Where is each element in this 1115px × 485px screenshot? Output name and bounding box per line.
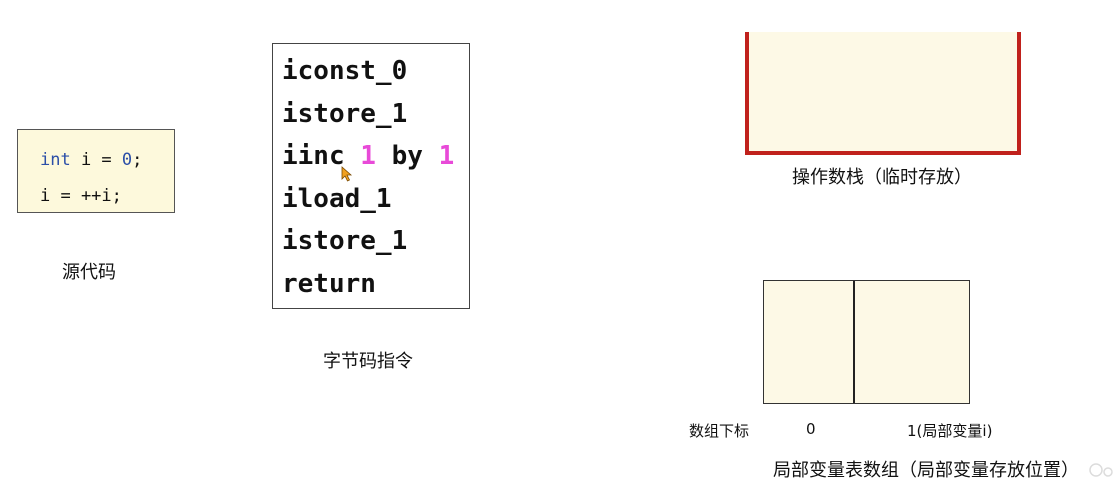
bytecode-line-5: istore_1	[282, 226, 408, 256]
bytecode-line-3: iinc 1 by 1	[282, 135, 469, 178]
literal-zero: 0	[121, 150, 133, 170]
source-line-1-rest: i =	[70, 150, 122, 170]
bytecode-line-6: return	[282, 268, 376, 299]
bytecode-line-4: iload_1	[282, 183, 392, 214]
operand-stack-caption: 操作数栈（临时存放）	[792, 167, 972, 188]
bytecode-iinc-index: 1	[360, 141, 376, 171]
bytecode-caption: 字节码指令	[323, 351, 413, 372]
bytecode-iinc-amount: 1	[438, 141, 455, 171]
arrow-cursor-icon	[341, 166, 353, 182]
local-var-slot-1	[855, 281, 969, 403]
local-variable-table-caption: 局部变量表数组（局部变量存放位置）	[773, 460, 1079, 481]
keyword-int: int	[40, 150, 71, 170]
bytecode-line-2: istore_1	[282, 98, 408, 129]
local-variable-table	[763, 280, 970, 404]
array-index-1: 1(局部变量i)	[907, 422, 993, 440]
source-line-1: int i = 0;	[40, 142, 174, 178]
watermark-icon	[1089, 463, 1113, 477]
array-index-label: 数组下标	[689, 422, 750, 440]
watermark-mark	[1088, 458, 1115, 481]
source-code-box: int i = 0; i = ++i;	[17, 129, 175, 213]
source-line-1-tail: ;	[132, 150, 143, 170]
source-code-caption: 源代码	[62, 262, 116, 283]
local-var-slot-0	[764, 281, 855, 403]
bytecode-iinc-by: by	[375, 141, 439, 171]
bytecode-box: iconst_0 istore_1 iinc 1 by 1 iload_1 is…	[272, 43, 470, 309]
array-index-0: 0	[806, 420, 816, 438]
bytecode-line-1: iconst_0	[282, 56, 408, 86]
source-line-2: i = ++i;	[40, 186, 122, 206]
operand-stack	[745, 32, 1021, 155]
